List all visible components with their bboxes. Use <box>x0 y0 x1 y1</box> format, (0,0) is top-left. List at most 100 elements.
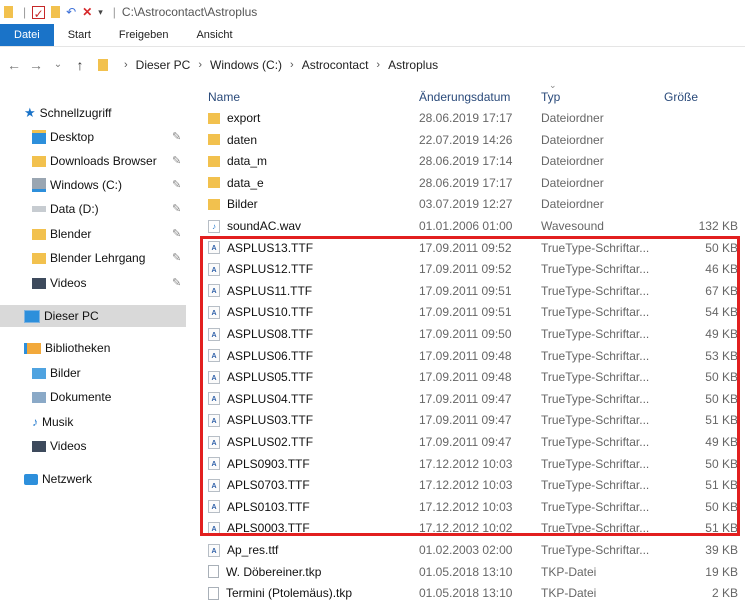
table-row[interactable]: A ASPLUS06.TTF 17.09.2011 09:48 TrueType-Sc… <box>208 345 738 367</box>
table-row[interactable]: W. Döbereiner.tkp 01.05.2018 13:10 TKP-Dat… <box>208 561 738 583</box>
sidebar-item-downloads-browser[interactable]: Downloads Browser <box>32 150 184 172</box>
sidebar-item-label: Blender Lehrgang <box>50 251 146 265</box>
column-header-size[interactable]: Größe <box>664 90 698 104</box>
up-arrow-icon[interactable]: ↑ <box>72 57 88 73</box>
table-row[interactable]: data_m 28.06.2019 17:14 Dateiordner <box>208 150 738 172</box>
table-row[interactable]: A ASPLUS11.TTF 17.09.2011 09:51 TrueType-Sc… <box>208 280 738 302</box>
column-header-type[interactable]: Typ <box>541 90 560 104</box>
file-type: TrueType-Schriftar... <box>541 240 650 255</box>
toolbar-separator: | <box>23 5 27 19</box>
file-name: ASPLUS03.TTF <box>227 413 314 428</box>
file-date: 17.09.2011 09:51 <box>419 305 512 320</box>
table-row[interactable]: A ASPLUS08.TTF 17.09.2011 09:50 TrueType-Sc… <box>208 323 738 345</box>
pin-icon[interactable]: ✎ <box>172 227 181 240</box>
table-row[interactable]: ♪ soundAC.wav 01.01.2006 01:00 Wavesound 132… <box>208 215 738 237</box>
forward-arrow-icon[interactable]: → <box>28 57 44 73</box>
file-date: 17.12.2012 10:03 <box>419 499 513 514</box>
table-row[interactable]: Termini (Ptolemäus).tkp 01.05.2018 13:10 T… <box>208 582 738 604</box>
back-arrow-icon[interactable]: ← <box>6 57 22 73</box>
tab-datei[interactable]: Datei <box>0 24 54 46</box>
table-row[interactable]: export 28.06.2019 17:17 Dateiordner <box>208 107 738 129</box>
sidebar-item-bibliotheken[interactable]: Bibliotheken <box>24 337 184 359</box>
recent-locations-chevron-icon[interactable]: ⌄ <box>50 59 66 70</box>
table-row[interactable]: A APLS0703.TTF 17.12.2012 10:03 TrueType-Sc… <box>208 474 738 496</box>
chevron-right-icon[interactable]: › <box>376 59 380 71</box>
sidebar-item-desktop[interactable]: Desktop <box>32 126 184 148</box>
breadcrumb[interactable]: › Dieser PC › Windows (C:) › Astrocontac… <box>98 58 438 72</box>
file-name-cell: A ASPLUS13.TTF <box>208 241 313 255</box>
table-row[interactable]: daten 22.07.2019 14:26 Dateiordner <box>208 129 738 151</box>
sidebar-item-dokumente[interactable]: Dokumente <box>32 386 184 408</box>
pin-icon[interactable]: ✎ <box>172 178 181 191</box>
pin-icon[interactable]: ✎ <box>172 154 181 167</box>
column-header-date[interactable]: Änderungsdatum <box>419 90 510 104</box>
table-row[interactable]: A ASPLUS12.TTF 17.09.2011 09:52 TrueType-Sc… <box>208 258 738 280</box>
sidebar-item-data-d[interactable]: Data (D:) <box>32 198 184 220</box>
file-date: 28.06.2019 17:17 <box>419 111 513 125</box>
navigation-pane: ★ Schnellzugriff Desktop Downloads Brows… <box>0 90 186 600</box>
properties-icon[interactable]: ✓ <box>32 5 46 21</box>
pin-icon[interactable]: ✎ <box>172 202 181 215</box>
table-row[interactable]: A APLS0903.TTF 17.12.2012 10:03 TrueType-Sc… <box>208 453 738 475</box>
breadcrumb-item[interactable]: Windows (C:) <box>210 58 282 72</box>
table-row[interactable]: data_e 28.06.2019 17:17 Dateiordner <box>208 172 738 194</box>
file-size: 132 KB <box>698 219 738 233</box>
sidebar-item-musik[interactable]: ♪ Musik <box>32 411 184 433</box>
table-row[interactable]: A ASPLUS02.TTF 17.09.2011 09:47 TrueType-Sc… <box>208 431 738 453</box>
file-name: APLS0103.TTF <box>227 499 310 514</box>
chevron-right-icon[interactable]: › <box>198 59 202 71</box>
pin-icon[interactable]: ✎ <box>172 130 181 143</box>
sidebar-item-netzwerk[interactable]: Netzwerk <box>24 468 184 490</box>
file-type: TrueType-Schriftar... <box>541 499 650 514</box>
folder-icon <box>98 58 108 71</box>
file-name: Ap_res.ttf <box>227 543 279 557</box>
breadcrumb-item[interactable]: Astroplus <box>388 58 438 72</box>
sidebar-item-label: Bilder <box>50 366 81 380</box>
delete-icon[interactable]: ✕ <box>82 5 92 19</box>
tab-start[interactable]: Start <box>54 24 105 46</box>
sidebar-item-blender-lehrgang[interactable]: Blender Lehrgang <box>32 247 184 269</box>
table-row[interactable]: A APLS0103.TTF 17.12.2012 10:03 TrueType-Sc… <box>208 496 738 518</box>
pin-icon[interactable]: ✎ <box>172 276 181 289</box>
sidebar-item-windows-c[interactable]: Windows (C:) <box>32 174 184 196</box>
table-row[interactable]: A ASPLUS13.TTF 17.09.2011 09:52 TrueType-Sc… <box>208 237 738 259</box>
sidebar-item-videos-library[interactable]: Videos <box>32 435 184 457</box>
file-name: APLS0003.TTF <box>227 521 310 536</box>
sidebar-item-videos-quick[interactable]: Videos <box>32 272 184 294</box>
file-name: ASPLUS05.TTF <box>227 370 314 385</box>
table-row[interactable]: Bilder 03.07.2019 12:27 Dateiordner <box>208 193 738 215</box>
table-row[interactable]: A ASPLUS05.TTF 17.09.2011 09:48 TrueType-Sc… <box>208 366 738 388</box>
dropdown-icon[interactable]: ▾ <box>98 5 103 19</box>
file-type: TrueType-Schriftar... <box>541 413 650 428</box>
pin-icon[interactable]: ✎ <box>172 251 181 264</box>
tab-ansicht[interactable]: Ansicht <box>182 24 246 46</box>
breadcrumb-item[interactable]: Astrocontact <box>302 58 369 72</box>
file-name: ASPLUS10.TTF <box>227 305 314 320</box>
sidebar-item-schnellzugriff[interactable]: ★ Schnellzugriff <box>24 102 184 124</box>
library-icon <box>24 342 41 354</box>
file-type: Dateiordner <box>541 175 604 190</box>
file-date: 01.05.2018 13:10 <box>419 564 513 579</box>
window-title: C:\Astrocontact\Astroplus <box>121 5 258 19</box>
table-row[interactable]: A Ap_res.ttf 01.02.2003 02:00 TrueType-Schr… <box>208 539 738 561</box>
table-row[interactable]: A ASPLUS04.TTF 17.09.2011 09:47 TrueType-Sc… <box>208 388 738 410</box>
column-header-name[interactable]: Name <box>208 90 240 104</box>
tab-freigeben[interactable]: Freigeben <box>105 24 183 46</box>
sidebar-item-bilder[interactable]: Bilder <box>32 362 184 384</box>
file-type: Dateiordner <box>541 111 604 125</box>
table-row[interactable]: A ASPLUS10.TTF 17.09.2011 09:51 TrueType-Sc… <box>208 301 738 323</box>
folder-icon <box>208 112 220 124</box>
chevron-right-icon[interactable]: › <box>124 59 128 71</box>
table-row[interactable]: A APLS0003.TTF 17.12.2012 10:02 TrueType-Sc… <box>208 517 738 539</box>
breadcrumb-item[interactable]: Dieser PC <box>136 58 191 72</box>
chevron-right-icon[interactable]: › <box>290 59 294 71</box>
file-size: 51 KB <box>705 478 738 493</box>
sidebar-item-blender[interactable]: Blender <box>32 223 184 245</box>
file-type: TrueType-Schriftar... <box>541 305 650 320</box>
sidebar-item-dieser-pc[interactable]: Dieser PC <box>0 305 186 327</box>
new-folder-icon[interactable] <box>51 6 61 18</box>
table-row[interactable]: A ASPLUS03.TTF 17.09.2011 09:47 TrueType-Sc… <box>208 409 738 431</box>
file-date: 28.06.2019 17:14 <box>419 154 513 169</box>
undo-icon[interactable]: ↶ <box>66 5 76 19</box>
file-name: data_m <box>227 154 268 169</box>
